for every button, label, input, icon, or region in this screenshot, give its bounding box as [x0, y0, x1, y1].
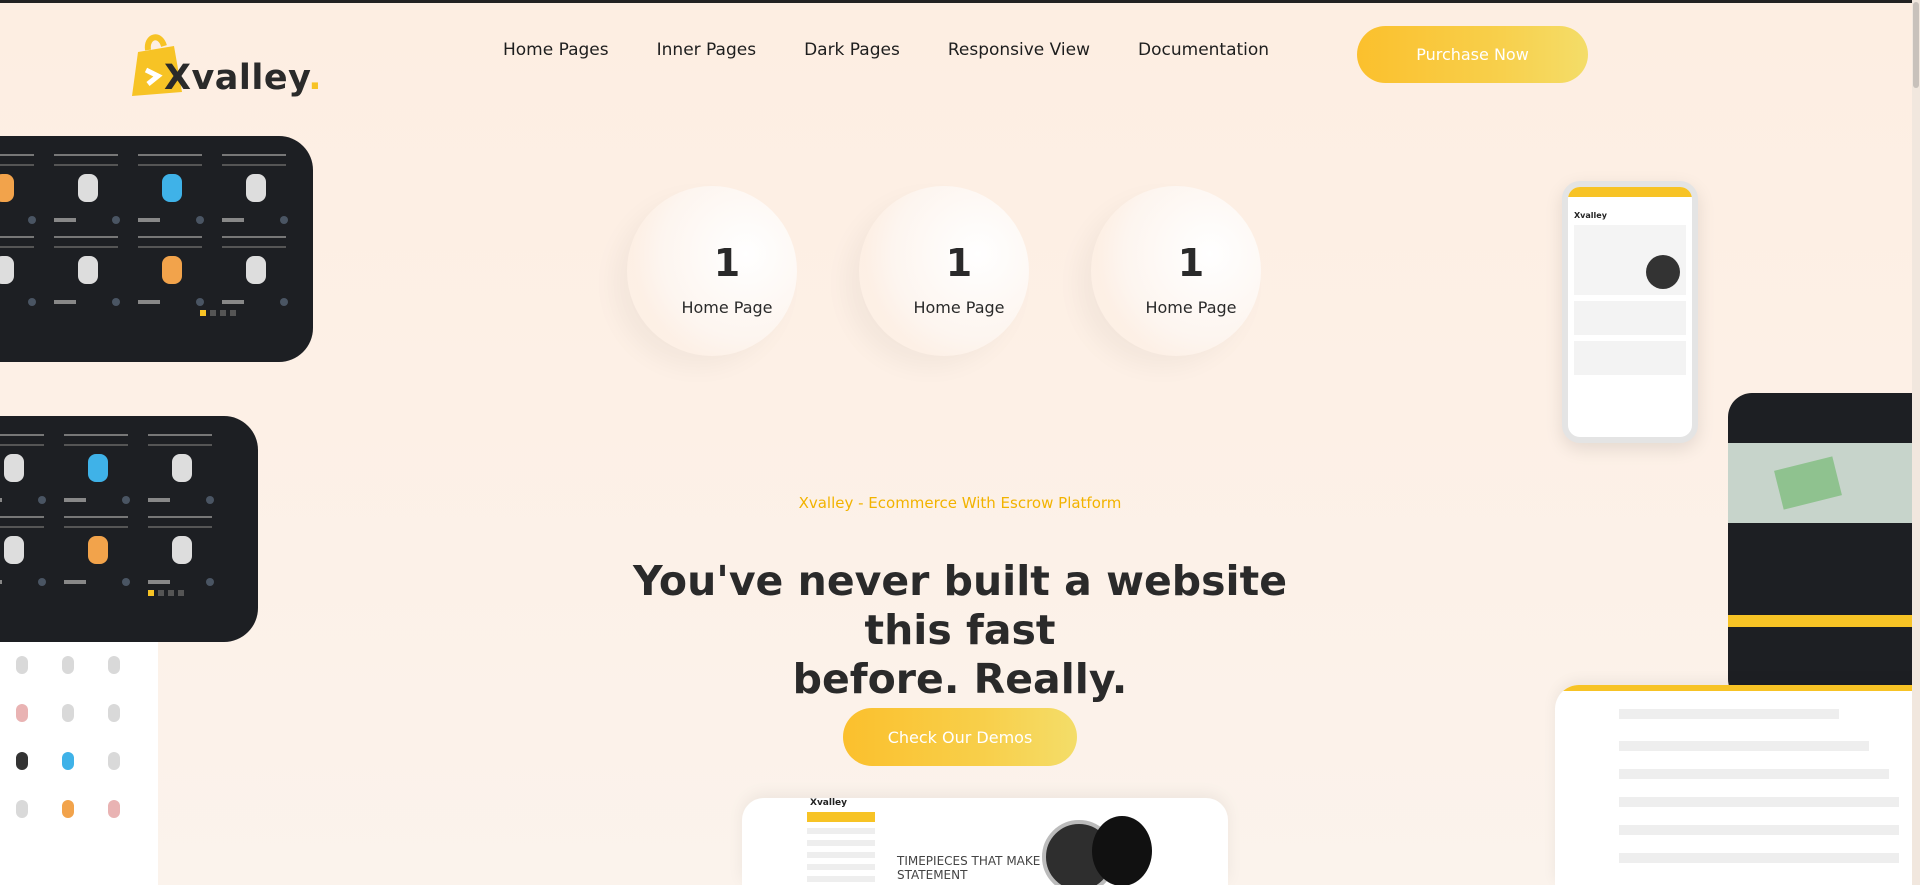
pagination — [200, 310, 236, 316]
hero-headline-line-2: before. Really. — [792, 655, 1128, 703]
header-row — [1619, 709, 1839, 719]
product-card — [50, 650, 88, 688]
brand-name: Xvalley. — [164, 58, 323, 98]
product-grid — [4, 650, 134, 832]
light-shop-preview — [0, 642, 158, 885]
promo-bar — [1568, 187, 1692, 197]
product-card — [148, 516, 218, 588]
product-card — [148, 434, 218, 506]
product-card — [0, 154, 40, 226]
track-order-preview — [1555, 685, 1920, 885]
product-card — [0, 516, 50, 588]
dark-shop-preview-1 — [0, 136, 313, 362]
product-card — [222, 236, 292, 308]
product-card — [4, 698, 42, 736]
scrollbar-thumb[interactable] — [1913, 2, 1919, 88]
category-header — [807, 812, 875, 822]
nav-documentation[interactable]: Documentation — [1138, 40, 1269, 60]
mobile-hero — [1574, 225, 1686, 295]
product-card — [96, 698, 134, 736]
counter-home-pages-2: 1 Home Page — [859, 186, 1059, 356]
product-grid — [0, 154, 292, 308]
product-card — [64, 516, 134, 588]
hero-tagline: Xvalley - Ecommerce With Escrow Platform — [798, 494, 1122, 512]
main-nav: Home Pages Inner Pages Dark Pages Respon… — [503, 40, 1317, 60]
product-card — [54, 154, 124, 226]
counter-value: 1 — [1177, 241, 1205, 285]
check-demos-button[interactable]: Check Our Demos — [843, 708, 1077, 766]
product-card — [50, 698, 88, 736]
watch-image — [1646, 255, 1680, 289]
nav-home-pages[interactable]: Home Pages — [503, 40, 609, 60]
counter-value: 1 — [713, 241, 741, 285]
top-bar — [1555, 685, 1920, 691]
counter-home-pages-1: 1 Home Page — [627, 186, 827, 356]
product-card — [96, 650, 134, 688]
product-card — [64, 434, 134, 506]
hero-headline-line-1: You've never built a website this fast — [632, 557, 1288, 654]
pagination — [148, 590, 184, 596]
product-card — [222, 154, 292, 226]
counter-home-pages-3: 1 Home Page — [1091, 186, 1291, 356]
mobile-header: Xvalley — [1574, 203, 1686, 220]
category-list — [807, 828, 875, 885]
desktop-preview: Xvalley TIMEPIECES THAT MAKE A STATEMENT — [742, 798, 1228, 885]
purchase-now-button[interactable]: Purchase Now — [1357, 26, 1588, 83]
hero-headline: You've never built a website this fast b… — [590, 557, 1330, 704]
product-card — [4, 650, 42, 688]
product-card — [50, 746, 88, 784]
orders-row — [1619, 797, 1899, 807]
mobile-banner — [1574, 301, 1686, 335]
product-grid — [0, 434, 218, 588]
map-preview — [1728, 443, 1920, 523]
brands-row — [1619, 769, 1889, 779]
product-card — [50, 794, 88, 832]
dark-contact-preview — [1728, 393, 1920, 703]
nav-dark-pages[interactable]: Dark Pages — [804, 40, 900, 60]
mobile-logo: Xvalley — [1574, 211, 1607, 220]
product-card — [0, 236, 40, 308]
product-card — [0, 434, 50, 506]
product-card — [4, 746, 42, 784]
watch-image — [1092, 816, 1152, 885]
product-card — [4, 794, 42, 832]
page-scrollbar[interactable] — [1912, 0, 1920, 885]
mobile-preview: Xvalley — [1562, 181, 1698, 443]
mobile-banner — [1574, 341, 1686, 375]
counter-label: Home Page — [681, 298, 773, 317]
orders-row — [1619, 853, 1899, 863]
product-card — [96, 746, 134, 784]
nav-inner-pages[interactable]: Inner Pages — [657, 40, 756, 60]
newsletter-bar — [1728, 615, 1920, 627]
counter-label: Home Page — [1145, 298, 1237, 317]
product-card — [138, 236, 208, 308]
form-row — [1619, 741, 1869, 751]
top-border — [0, 0, 1920, 3]
desktop-hero-heading: TIMEPIECES THAT MAKE A STATEMENT — [897, 854, 1053, 882]
counter-value: 1 — [945, 241, 973, 285]
counter-label: Home Page — [913, 298, 1005, 317]
dark-shop-preview-2 — [0, 416, 258, 642]
nav-responsive-view[interactable]: Responsive View — [948, 40, 1090, 60]
brand-logo[interactable]: Xvalley. — [124, 28, 322, 102]
desktop-logo: Xvalley — [810, 798, 848, 808]
orders-row — [1619, 825, 1899, 835]
product-card — [96, 794, 134, 832]
product-card — [138, 154, 208, 226]
product-card — [54, 236, 124, 308]
